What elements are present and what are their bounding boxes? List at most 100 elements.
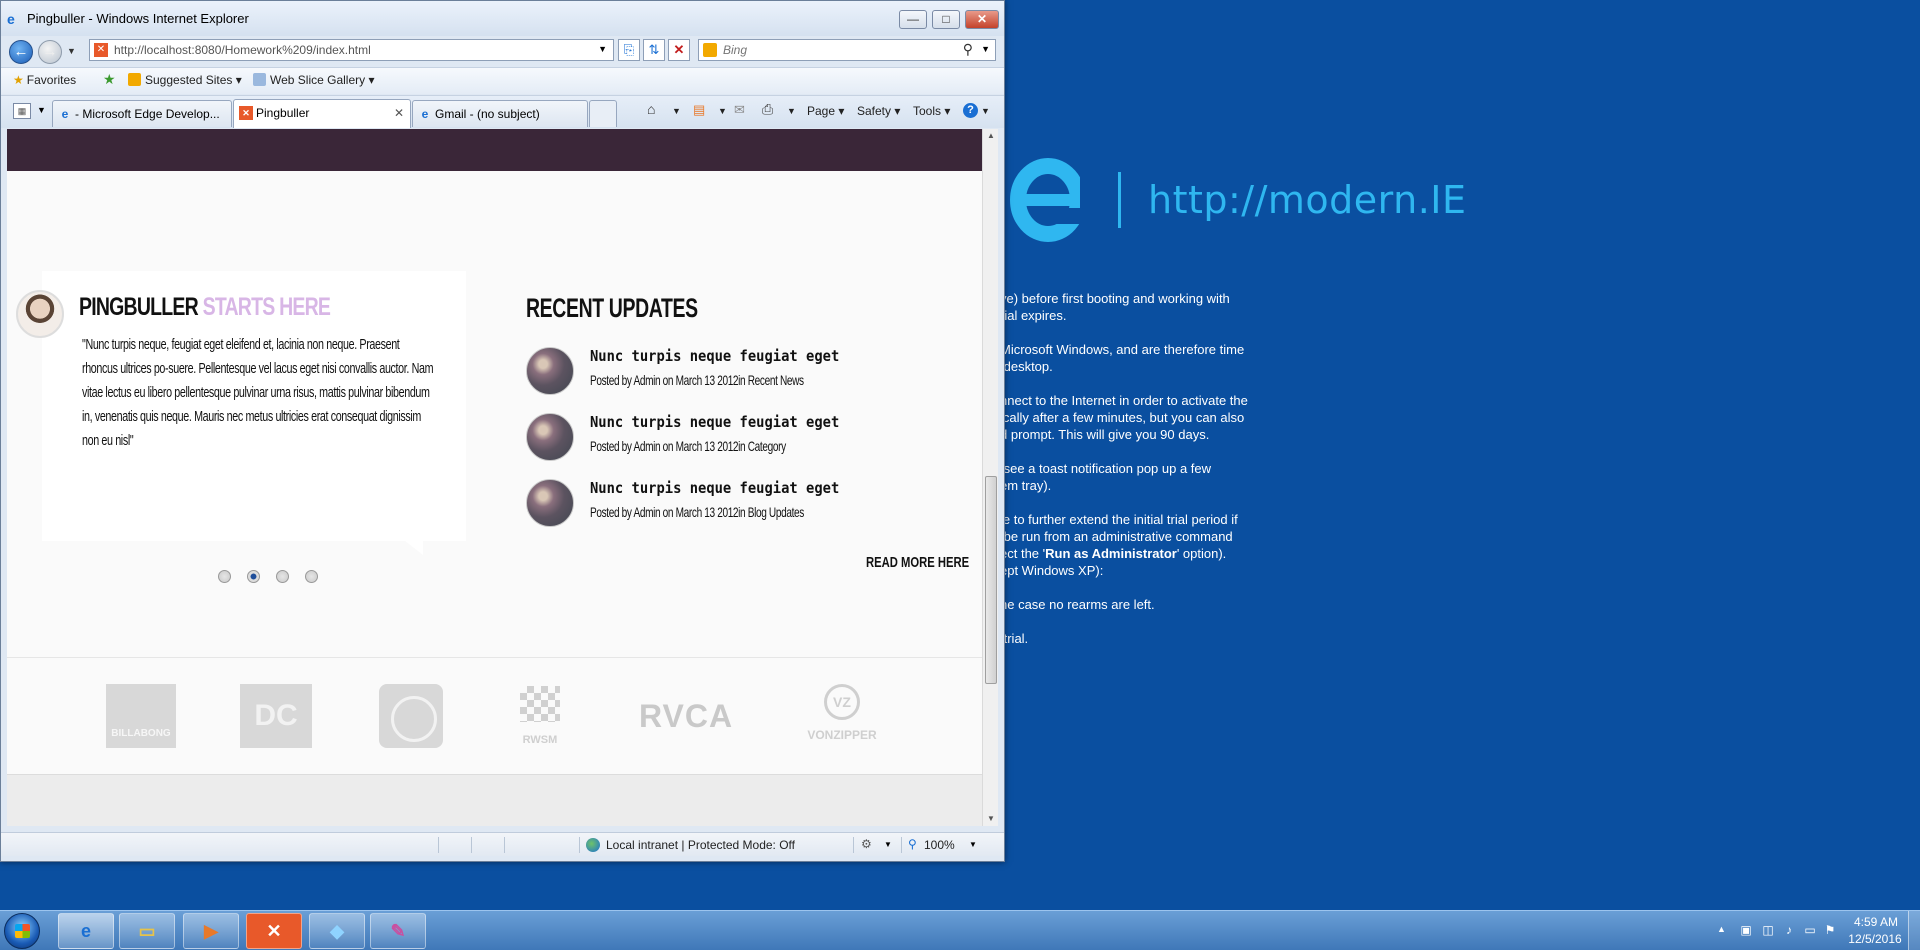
slider-dot[interactable] [305, 570, 318, 583]
tools-menu[interactable]: Tools ▾ [913, 104, 950, 118]
clock-date[interactable]: 12/5/2016 [1840, 932, 1910, 946]
compatibility-view-button[interactable]: ⎘ [618, 39, 640, 61]
taskbar-xampp-icon[interactable]: ✕ [246, 913, 302, 949]
scroll-up-arrow[interactable]: ▲ [983, 129, 999, 143]
recent-update-meta: Posted by Admin on March 13 2012in Blog … [590, 504, 804, 520]
intranet-zone-icon [586, 838, 600, 852]
add-to-favorites-bar-icon[interactable]: ★ [103, 71, 116, 88]
new-tab-button[interactable] [589, 100, 617, 127]
read-more-link[interactable]: READ MORE HERE [866, 554, 969, 571]
zoom-level[interactable]: 100% [924, 838, 955, 852]
tray-network-icon[interactable]: ◫ [1760, 923, 1776, 937]
tab-microsoft-edge[interactable]: e - Microsoft Edge Develop... [52, 100, 232, 127]
status-separator [438, 837, 439, 853]
scroll-down-arrow[interactable]: ▼ [983, 812, 999, 826]
element-logo[interactable] [379, 684, 443, 748]
search-options-dropdown[interactable]: ▼ [981, 44, 990, 54]
show-hidden-icons-icon[interactable]: ▲ [1717, 924, 1726, 934]
slider-dot[interactable] [276, 570, 289, 583]
print-icon[interactable]: ⎙ [762, 101, 773, 118]
instruction-line: le to further extend the initial trial p… [1000, 511, 1300, 579]
recent-update-headline[interactable]: Nunc turpis neque feugiat eget [590, 347, 839, 365]
recent-update-headline[interactable]: Nunc turpis neque feugiat eget [590, 413, 839, 431]
recent-update-item[interactable]: Nunc turpis neque feugiat eget Posted by… [526, 413, 946, 465]
show-desktop-button[interactable] [1908, 911, 1920, 950]
vonzipper-mark: VZ [824, 684, 860, 720]
print-dropdown[interactable]: ▼ [787, 106, 796, 116]
billabong-logo[interactable]: BILLABONG [106, 684, 176, 748]
taskbar-folder-icon[interactable]: ▭ [119, 913, 175, 949]
rvca-logo[interactable]: RVCA [632, 684, 740, 748]
recent-update-item[interactable]: Nunc turpis neque feugiat eget Posted by… [526, 479, 946, 531]
address-row: ← → ▼ ✕ ▼ ⎘ ⇅ ✕ ⚲ ▼ [1, 36, 1004, 66]
site-favicon-icon: ✕ [94, 43, 108, 57]
close-window-button[interactable]: ✕ [965, 10, 999, 29]
safety-menu[interactable]: Safety ▾ [857, 104, 900, 118]
tab-label: Gmail - (no subject) [435, 107, 540, 121]
feeds-dropdown[interactable]: ▼ [718, 106, 727, 116]
instruction-line: see a toast notification pop up a few em… [1000, 461, 1212, 493]
recent-update-thumbnail [526, 479, 574, 527]
vonzipper-logo[interactable]: VZ VONZIPPER [800, 684, 884, 748]
page-menu[interactable]: Page ▾ [807, 104, 844, 118]
display-icon[interactable]: ▭ [1802, 923, 1818, 937]
start-button[interactable] [4, 913, 40, 949]
dc-logo[interactable]: DC [240, 684, 312, 748]
help-dropdown[interactable]: ▼ [981, 106, 990, 116]
ie-logo-icon [1010, 158, 1080, 242]
action-center-icon[interactable]: ⚑ [1822, 923, 1838, 937]
address-bar[interactable]: ✕ ▼ [89, 39, 614, 61]
protected-mode-dropdown[interactable]: ▼ [884, 840, 892, 849]
testimonial-bubble-tail [405, 541, 423, 555]
taskbar-paint-icon[interactable]: ✎ [370, 913, 426, 949]
taskbar-app-icon[interactable]: ◆ [309, 913, 365, 949]
stop-button[interactable]: ✕ [668, 39, 690, 61]
help-icon[interactable]: ? [963, 103, 978, 118]
zoom-dropdown[interactable]: ▼ [969, 840, 977, 849]
suggested-sites-button[interactable]: Suggested Sites ▾ [128, 73, 242, 87]
rwsm-logo-text: RWSM [522, 734, 558, 746]
close-tab-icon[interactable]: ✕ [394, 106, 404, 120]
address-input[interactable] [114, 43, 584, 57]
quick-tabs-icon[interactable]: ▦ [13, 103, 31, 119]
address-dropdown[interactable]: ▼ [598, 44, 607, 54]
taskbar-ie-icon[interactable]: e [58, 913, 114, 949]
clock-time[interactable]: 4:59 AM [1846, 915, 1906, 929]
forward-button[interactable]: → [38, 40, 62, 64]
volume-icon[interactable]: ♪ [1781, 923, 1797, 937]
star-icon: ★ [13, 73, 24, 87]
maximize-button[interactable]: □ [932, 10, 960, 29]
recent-update-headline[interactable]: Nunc turpis neque feugiat eget [590, 479, 839, 497]
search-icon[interactable]: ⚲ [963, 41, 973, 58]
recent-update-item[interactable]: Nunc turpis neque feugiat eget Posted by… [526, 347, 946, 399]
recent-pages-dropdown[interactable]: ▼ [67, 46, 76, 56]
back-button[interactable]: ← [9, 40, 33, 64]
tab-list-dropdown[interactable]: ▼ [37, 105, 46, 115]
tab-gmail[interactable]: e Gmail - (no subject) [412, 100, 588, 127]
instruction-line: nnect to the Internet in order to activa… [1000, 393, 1248, 442]
security-zone-text[interactable]: Local intranet | Protected Mode: Off [606, 838, 795, 852]
taskbar-media-player-icon[interactable]: ▶ [183, 913, 239, 949]
home-dropdown[interactable]: ▼ [672, 106, 681, 116]
zoom-icon[interactable]: ⚲ [908, 837, 917, 851]
home-icon[interactable]: ⌂ [647, 101, 655, 117]
web-slice-gallery-button[interactable]: Web Slice Gallery ▾ [253, 73, 375, 87]
tray-app-icon[interactable]: ▣ [1738, 923, 1754, 937]
recent-updates-title: RECENT UPDATES [526, 293, 698, 323]
protected-mode-icon[interactable]: ⚙ [861, 837, 872, 851]
slider-dot-active[interactable] [247, 570, 260, 583]
search-bar[interactable]: ⚲ ▼ [698, 39, 996, 61]
rwsm-logo[interactable]: RWSM [512, 684, 568, 748]
minimize-button[interactable]: — [899, 10, 927, 29]
slider-dot[interactable] [218, 570, 231, 583]
vertical-scrollbar[interactable]: ▲ ▼ [982, 129, 998, 826]
mail-icon[interactable]: ✉ [734, 102, 745, 118]
feeds-icon[interactable]: ▤ [693, 102, 705, 118]
window-titlebar[interactable]: e Pingbuller - Windows Internet Explorer… [1, 1, 1004, 36]
refresh-button[interactable]: ⇅ [643, 39, 665, 61]
scroll-thumb[interactable] [985, 476, 997, 684]
favorites-button[interactable]: ★ Favorites [13, 73, 76, 87]
search-input[interactable] [723, 43, 943, 57]
tab-pingbuller[interactable]: ✕ Pingbuller ✕ [233, 99, 411, 128]
recent-update-meta: Posted by Admin on March 13 2012in Recen… [590, 372, 804, 388]
